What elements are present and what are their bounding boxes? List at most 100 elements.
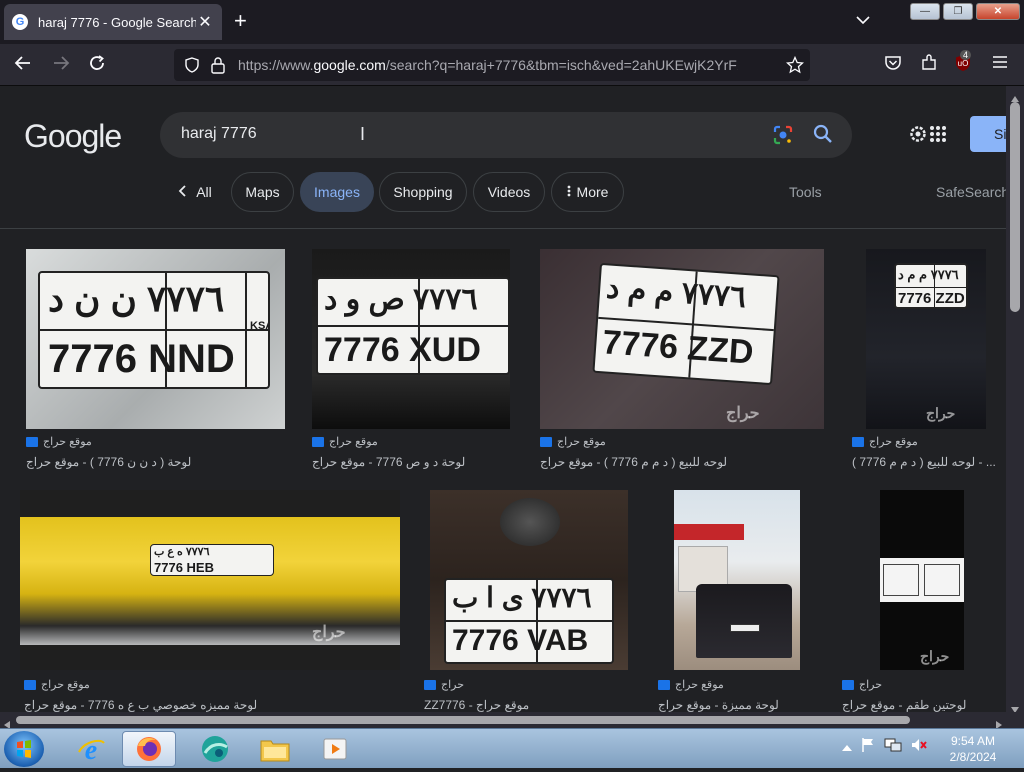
image-result[interactable]: ٧٧٧٦ ى ا ب 7776 VAB حراج ZZ7776 - موقع ح…	[424, 490, 634, 712]
site-favicon-icon	[540, 436, 552, 447]
system-clock[interactable]: 9:54 AM 2/8/2024	[944, 733, 1002, 765]
new-tab-icon[interactable]: +	[234, 10, 247, 32]
result-thumbnail[interactable]: ٧٧٧٦ ص و د 7776 XUD	[312, 249, 510, 429]
windows-taskbar: e 9:54 AM 2/8/2024	[0, 728, 1024, 768]
clock-date: 2/8/2024	[949, 750, 997, 764]
result-caption[interactable]: لوحة د و ص 7776 - موقع حراج	[312, 455, 512, 469]
window-controls: — ❐ ✕	[910, 3, 1020, 20]
reload-icon[interactable]	[88, 54, 106, 76]
license-plate-image: ٧٧٧٦ م م د 7776 ZZD	[894, 263, 968, 309]
tools-button[interactable]: Tools	[789, 184, 822, 200]
result-thumbnail[interactable]: ٧٧٧٦ ى ا ب 7776 VAB	[430, 490, 628, 670]
tab-images[interactable]: Images	[300, 172, 374, 212]
haraj-watermark: حراج	[920, 648, 950, 664]
file-explorer-icon[interactable]	[248, 731, 302, 767]
pocket-icon[interactable]	[884, 54, 902, 76]
tab-videos[interactable]: Videos	[473, 172, 545, 212]
internet-explorer-icon[interactable]: e	[64, 731, 118, 767]
tab-all[interactable]: All	[170, 172, 220, 212]
firefox-taskbar-icon[interactable]	[122, 731, 176, 767]
tab-close-icon[interactable]: ✕	[196, 12, 214, 32]
url-text[interactable]: https://www.google.com/search?q=haraj+77…	[238, 57, 738, 73]
search-box[interactable]: haraj 7776 I	[160, 112, 852, 158]
horizontal-scroll-thumb[interactable]	[16, 716, 910, 724]
result-source-label: حراج	[859, 679, 883, 691]
image-result[interactable]: ٧٧٧٦ ن ن د 7776 NND KSA موقع حراج لوحة (…	[26, 249, 286, 479]
result-caption[interactable]: ZZ7776 - موقع حراج	[424, 698, 630, 712]
search-icon[interactable]	[812, 123, 834, 145]
address-bar[interactable]: https://www.google.com/search?q=haraj+77…	[174, 49, 810, 81]
vertical-scrollbar[interactable]	[1006, 86, 1024, 713]
result-source-label: موقع حراج	[869, 436, 918, 448]
minimize-button[interactable]: —	[910, 3, 940, 20]
restore-button[interactable]: ❐	[943, 3, 973, 20]
browser-tab[interactable]: G haraj 7776 - Google Search ✕	[4, 4, 222, 40]
navigation-toolbar: https://www.google.com/search?q=haraj+77…	[0, 44, 1024, 86]
result-thumbnail[interactable]	[674, 490, 800, 670]
horizontal-scrollbar[interactable]	[0, 712, 1024, 729]
system-tray	[842, 737, 928, 758]
result-thumbnail[interactable]: ٧٧٧٦ ه ع ب 7776 HEB حراج	[20, 490, 400, 670]
image-result[interactable]: ٧٧٧٦ م م د 7776 ZZD حراج موقع حراج لوحه …	[852, 249, 1006, 479]
site-favicon-icon	[312, 436, 324, 447]
result-source[interactable]: حراج	[424, 678, 464, 691]
site-favicon-icon	[424, 679, 436, 690]
google-lens-icon[interactable]	[772, 124, 794, 146]
tab-shopping[interactable]: Shopping	[379, 172, 467, 212]
result-caption[interactable]: لوحة ( د ن ن 7776 ) - موقع حراج	[26, 455, 284, 469]
result-source[interactable]: حراج	[842, 678, 882, 691]
site-favicon-icon	[26, 436, 38, 447]
image-result[interactable]: ٧٧٧٦ ه ع ب 7776 HEB حراج موقع حراج لوحة …	[20, 490, 402, 712]
shield-icon[interactable]	[184, 57, 200, 78]
vertical-scroll-thumb[interactable]	[1010, 102, 1020, 312]
app-globe-icon[interactable]	[188, 731, 242, 767]
svg-text:e: e	[85, 735, 97, 764]
lock-icon[interactable]	[210, 56, 226, 79]
extensions-icon[interactable]	[920, 54, 938, 76]
result-caption[interactable]: لوحة مميزه خصوصي ب ع ه 7776 - موقع حراج	[24, 698, 400, 712]
result-thumbnail[interactable]: حراج	[880, 490, 964, 670]
action-center-flag-icon[interactable]	[860, 737, 876, 758]
network-icon[interactable]	[884, 737, 902, 758]
close-window-button[interactable]: ✕	[976, 3, 1020, 20]
start-button-windows-icon[interactable]	[4, 731, 44, 767]
result-source[interactable]: موقع حراج	[540, 435, 606, 448]
result-caption[interactable]: لوحة مميزة - موقع حراج	[658, 698, 818, 712]
google-logo[interactable]: Google	[24, 118, 122, 155]
result-source[interactable]: موقع حراج	[26, 435, 92, 448]
hamburger-menu-icon[interactable]	[992, 54, 1008, 74]
result-source[interactable]: موقع حراج	[658, 678, 724, 691]
two-plates-image	[880, 558, 964, 602]
back-icon[interactable]	[14, 54, 32, 76]
tab-more[interactable]: More	[551, 172, 624, 212]
bookmark-star-icon[interactable]	[785, 55, 805, 79]
image-result[interactable]: ٧٧٧٦ ص و د 7776 XUD موقع حراج لوحة د و ص…	[312, 249, 512, 479]
tab-videos-label: Videos	[487, 184, 531, 200]
google-favicon-icon: G	[12, 14, 28, 30]
volume-muted-icon[interactable]	[910, 737, 928, 758]
browser-titlebar: G haraj 7776 - Google Search ✕ + — ❐ ✕	[0, 0, 1024, 44]
image-result[interactable]: حراج حراج لوحتين طقم - موقع حراج	[842, 490, 1006, 712]
image-result[interactable]: ٧٧٧٦ م م د 7776 ZZD حراج موقع حراج لوحه …	[540, 249, 830, 479]
result-caption[interactable]: لوحه للبيع ( د م م 7776 ) - موقع حراج	[540, 455, 826, 469]
result-thumbnail[interactable]: ٧٧٧٦ ن ن د 7776 NND KSA	[26, 249, 285, 429]
settings-gear-icon[interactable]	[908, 122, 948, 146]
result-caption[interactable]: لوحه للبيع ( د م م 7776 ) - ...	[852, 455, 1002, 469]
sign-in-button[interactable]: Si	[970, 116, 1006, 152]
image-result[interactable]: موقع حراج لوحة مميزة - موقع حراج	[658, 490, 822, 712]
tab-list-chevron-icon[interactable]	[856, 12, 870, 28]
result-thumbnail[interactable]: ٧٧٧٦ م م د 7776 ZZD حراج	[866, 249, 986, 429]
result-source[interactable]: موقع حراج	[24, 678, 90, 691]
safesearch-button[interactable]: SafeSearch	[936, 184, 1006, 200]
search-input[interactable]: haraj 7776	[181, 125, 257, 143]
forward-icon[interactable]	[52, 54, 70, 76]
bolt-cover	[500, 498, 560, 546]
result-caption[interactable]: لوحتين طقم - موقع حراج	[842, 698, 1002, 712]
media-player-icon[interactable]	[308, 731, 362, 767]
result-source[interactable]: موقع حراج	[312, 435, 378, 448]
tab-maps[interactable]: Maps	[231, 172, 294, 212]
result-thumbnail[interactable]: ٧٧٧٦ م م د 7776 ZZD حراج	[540, 249, 824, 429]
site-favicon-icon	[24, 679, 36, 690]
show-hidden-icons-icon[interactable]	[842, 739, 852, 757]
result-source[interactable]: موقع حراج	[852, 435, 918, 448]
